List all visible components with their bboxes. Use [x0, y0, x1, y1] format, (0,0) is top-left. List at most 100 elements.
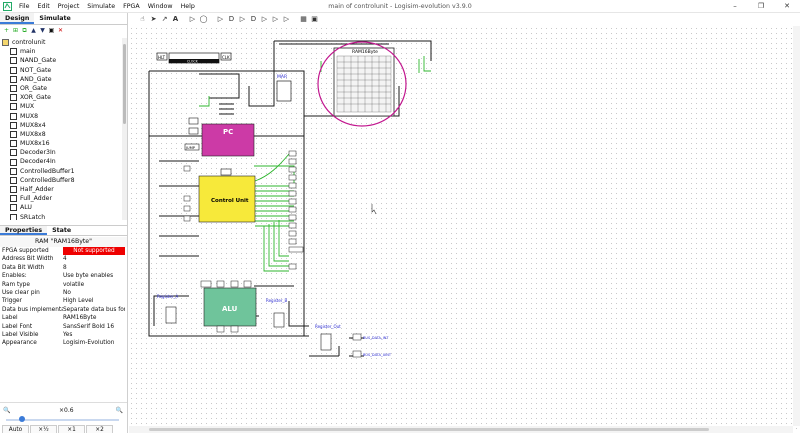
maximize-button[interactable]: ❐	[748, 0, 774, 13]
select-tool-icon[interactable]: ➤	[149, 15, 158, 24]
tree-item-mux8x16[interactable]: MUX8x16	[0, 139, 122, 148]
property-value[interactable]: Logisim-Evolution	[63, 339, 125, 347]
tree-item-label: MUX8x16	[20, 140, 50, 148]
tree-item-srlatch[interactable]: SRLatch	[0, 213, 122, 220]
add-circuit-icon[interactable]: +	[3, 27, 10, 34]
tab-state[interactable]: State	[47, 226, 76, 235]
property-value[interactable]: No	[63, 289, 125, 297]
canvas-vertical-scrollbar[interactable]	[793, 26, 800, 426]
edit-appearance-icon[interactable]: ▣	[48, 27, 55, 34]
property-value[interactable]: Separate data bus for...	[63, 306, 125, 314]
tree-item-controlledbuffer1[interactable]: ControlledBuffer1	[0, 167, 122, 176]
nand-gate-icon[interactable]: D	[249, 15, 258, 24]
pc-clk-pin[interactable]	[188, 117, 199, 125]
bus-int-pin[interactable]	[352, 333, 362, 341]
tree-item-nand-gate[interactable]: NAND_Gate	[0, 56, 122, 65]
add-vhdl-icon[interactable]: ⊞	[12, 27, 19, 34]
circuit-canvas[interactable]: HLT CLOCK CLK MAR RAM16Byte PC JUMP Cont…	[129, 26, 800, 433]
tree-item-or-gate[interactable]: OR_Gate	[0, 84, 122, 93]
tree-toolbar: + ⊞ ⧉ ▲ ▼ ▣ ✕	[0, 25, 127, 35]
tab-simulate[interactable]: Simulate	[34, 13, 75, 24]
menu-edit[interactable]: Edit	[34, 1, 54, 12]
circuit-icon	[10, 48, 17, 56]
mar-label: MAR	[277, 74, 287, 80]
mouse-cursor-icon	[371, 204, 377, 215]
tree-item-mux8x8[interactable]: MUX8x8	[0, 130, 122, 139]
minimize-button[interactable]: –	[722, 0, 748, 13]
pc-ce-pin[interactable]	[188, 127, 199, 135]
tree-item-main[interactable]: main	[0, 47, 122, 56]
close-button[interactable]: ✕	[774, 0, 800, 13]
zoom-half-button[interactable]: ×½	[30, 425, 57, 433]
title-bar: File Edit Project Simulate FPGA Window H…	[0, 0, 800, 13]
or-gate-icon[interactable]: ▷	[238, 15, 247, 24]
menu-bar: File Edit Project Simulate FPGA Window H…	[15, 1, 199, 12]
output-pin-icon[interactable]: ◯	[199, 15, 208, 24]
input-pin-icon[interactable]: ▷	[188, 15, 197, 24]
property-value[interactable]: 8	[63, 264, 125, 272]
move-up-icon[interactable]: ▲	[30, 27, 37, 34]
circuit-layout-icon[interactable]: ▦	[299, 15, 308, 24]
zoom-2x-button[interactable]: ×2	[86, 425, 113, 433]
menu-simulate[interactable]: Simulate	[83, 1, 119, 12]
zoom-out-icon[interactable]: 🔍	[3, 407, 10, 414]
cu-clk-pin[interactable]	[220, 168, 232, 176]
add-tcl-icon[interactable]: ⧉	[21, 27, 28, 34]
nor-gate-icon[interactable]: ▷	[260, 15, 269, 24]
register-out[interactable]	[320, 333, 332, 351]
bus-uint-pin[interactable]	[352, 350, 362, 358]
text-tool-icon[interactable]: A	[171, 15, 180, 24]
tree-item-controlledbuffer8[interactable]: ControlledBuffer8	[0, 176, 122, 185]
poke-tool-icon[interactable]: ☝	[138, 15, 147, 24]
tree-item-half-adder[interactable]: Half_Adder	[0, 185, 122, 194]
tree-item-mux8[interactable]: MUX8	[0, 112, 122, 121]
menu-help[interactable]: Help	[177, 1, 199, 12]
circuit-appearance-icon[interactable]: ▣	[310, 15, 319, 24]
canvas-horizontal-scrollbar[interactable]	[129, 426, 793, 433]
tree-item-label: MUX8	[20, 112, 39, 120]
menu-file[interactable]: File	[15, 1, 34, 12]
tree-root[interactable]: controlunit	[0, 38, 122, 47]
property-value[interactable]: High Level	[63, 297, 125, 305]
zoom-in-icon[interactable]: 🔍	[116, 407, 123, 414]
tree-item-and-gate[interactable]: AND_Gate	[0, 75, 122, 84]
property-value[interactable]: SansSerif Bold 16	[63, 323, 125, 331]
menu-fpga[interactable]: FPGA	[119, 1, 144, 12]
tree-item-full-adder[interactable]: Full_Adder	[0, 194, 122, 203]
tree-item-mux[interactable]: MUX	[0, 102, 122, 111]
zoom-auto-button[interactable]: Auto	[2, 425, 29, 433]
register-a[interactable]	[165, 306, 177, 324]
tree-item-alu[interactable]: ALU	[0, 203, 122, 212]
tab-design[interactable]: Design	[0, 13, 35, 24]
zoom-1x-button[interactable]: ×1	[58, 425, 85, 433]
menu-project[interactable]: Project	[54, 1, 84, 12]
and-gate-icon[interactable]: D	[227, 15, 236, 24]
circuit-icon	[10, 103, 17, 111]
xnor-gate-icon[interactable]: ▷	[282, 15, 291, 24]
tree-item-decoder4in[interactable]: Decoder4In	[0, 157, 122, 166]
property-key: Enables:	[2, 273, 27, 280]
property-value[interactable]: Not supported	[63, 247, 125, 256]
tab-properties[interactable]: Properties	[0, 226, 48, 235]
property-value[interactable]: 4	[63, 255, 125, 263]
delete-icon[interactable]: ✕	[57, 27, 64, 34]
circuit-icon	[10, 85, 17, 93]
mar-register[interactable]	[276, 80, 292, 102]
xor-gate-icon[interactable]: ▷	[271, 15, 280, 24]
menu-window[interactable]: Window	[144, 1, 177, 12]
not-gate-icon[interactable]: ▷	[216, 15, 225, 24]
property-value[interactable]: volatile	[63, 281, 125, 289]
tree-item-mux8x4[interactable]: MUX8x4	[0, 121, 122, 130]
move-down-icon[interactable]: ▼	[39, 27, 46, 34]
tree-item-decoder3in[interactable]: Decoder3In	[0, 148, 122, 157]
register-b[interactable]	[273, 312, 285, 328]
tree-item-not-gate[interactable]: NOT_Gate	[0, 66, 122, 75]
zoom-slider-handle[interactable]	[19, 416, 25, 422]
property-value[interactable]: RAM16Byte	[63, 314, 125, 322]
circuit-icon	[10, 186, 17, 194]
property-value[interactable]: Yes	[63, 331, 125, 339]
tree-scrollbar[interactable]	[122, 38, 127, 220]
tree-item-xor-gate[interactable]: XOR_Gate	[0, 93, 122, 102]
wire-tool-icon[interactable]: ↗	[160, 15, 169, 24]
property-value[interactable]: Use byte enables	[63, 272, 125, 280]
